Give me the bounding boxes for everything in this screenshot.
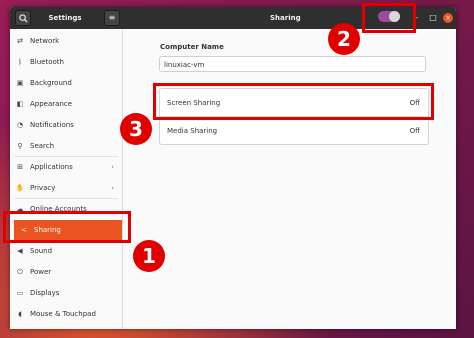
sidebar-item-label: Notifications [30, 121, 74, 129]
sidebar-item-label: Network [30, 37, 60, 45]
appearance-icon: ◧ [16, 100, 24, 108]
annotation-badge-3: 3 [120, 113, 152, 145]
sound-icon: ◀ [17, 247, 23, 255]
row-label: Media Sharing [167, 126, 218, 135]
media-sharing-row[interactable]: Media Sharing Off [160, 116, 428, 144]
bluetooth-icon: ᛒ [17, 58, 23, 66]
power-icon: ⏻ [17, 267, 23, 276]
sidebar-item-label: Displays [30, 289, 60, 297]
applications-icon: ⊞ [17, 163, 23, 171]
hamburger-icon: ≡ [108, 13, 116, 22]
background-icon: ▣ [16, 79, 24, 87]
sidebar-item-displays[interactable]: ▭ Displays [10, 283, 122, 303]
sidebar-item-network[interactable]: ⇄ Network [10, 31, 122, 51]
sidebar-item-appearance[interactable]: ◧ Appearance [10, 94, 122, 114]
hamburger-menu-button[interactable]: ≡ [104, 10, 120, 26]
sidebar-item-bluetooth[interactable]: ᛒ Bluetooth [10, 52, 122, 72]
search-icon [18, 13, 28, 23]
sidebar-item-background[interactable]: ▣ Background [10, 73, 122, 93]
chevron-right-icon: › [111, 163, 114, 171]
settings-title: Settings [48, 14, 82, 22]
close-button[interactable]: × [443, 13, 453, 23]
sidebar-item-label: Sound [30, 247, 53, 255]
annotation-badge-2: 2 [328, 23, 360, 55]
computer-name-label: Computer Name [160, 43, 224, 51]
highlight-box-toggle [362, 3, 416, 33]
sidebar-item-label: Privacy [30, 184, 56, 192]
chevron-right-icon: › [111, 184, 114, 192]
sidebar-item-label: Background [30, 79, 72, 87]
sidebar-item-label: Power [30, 268, 52, 276]
sidebar-item-label: Applications [30, 163, 73, 171]
sidebar-item-privacy[interactable]: ✋ Privacy › [10, 178, 122, 198]
sidebar-item-applications[interactable]: ⊞ Applications › [10, 157, 122, 177]
bell-icon: ◔ [16, 121, 24, 129]
sidebar-item-label: Search [30, 142, 55, 150]
sidebar-item-label: Appearance [30, 100, 73, 108]
sidebar-item-label: Bluetooth [30, 58, 64, 66]
mouse-icon: ◖ [18, 310, 22, 318]
row-status: Off [409, 126, 420, 135]
computer-name-field[interactable]: linuxiac-vm [159, 56, 426, 72]
display-icon: ▭ [16, 289, 24, 297]
panel-title: Sharing [270, 14, 301, 22]
sidebar-item-notifications[interactable]: ◔ Notifications [10, 115, 122, 135]
highlight-box-screen-sharing [153, 83, 434, 120]
search-icon: ⚲ [17, 142, 23, 150]
sidebar-item-search[interactable]: ⚲ Search [10, 136, 122, 156]
sharing-panel: Computer Name linuxiac-vm Screen Sharing… [123, 29, 456, 329]
sidebar-item-mouse-touchpad[interactable]: ◖ Mouse & Touchpad [10, 304, 122, 324]
privacy-icon: ✋ [15, 184, 25, 192]
sidebar-item-label: Mouse & Touchpad [30, 310, 96, 318]
settings-window: Settings ≡ Sharing – □ × ⇄ Network ᛒ Blu… [10, 7, 456, 329]
sidebar-item-sound[interactable]: ◀ Sound [10, 241, 122, 261]
maximize-button[interactable]: □ [427, 7, 439, 29]
highlight-box-sharing [3, 211, 131, 243]
sidebar: ⇄ Network ᛒ Bluetooth ▣ Background ◧ App… [10, 29, 123, 329]
sidebar-item-power[interactable]: ⏻ Power [10, 262, 122, 282]
annotation-badge-1: 1 [133, 240, 165, 272]
network-icon: ⇄ [17, 37, 23, 45]
search-button[interactable] [15, 10, 31, 26]
